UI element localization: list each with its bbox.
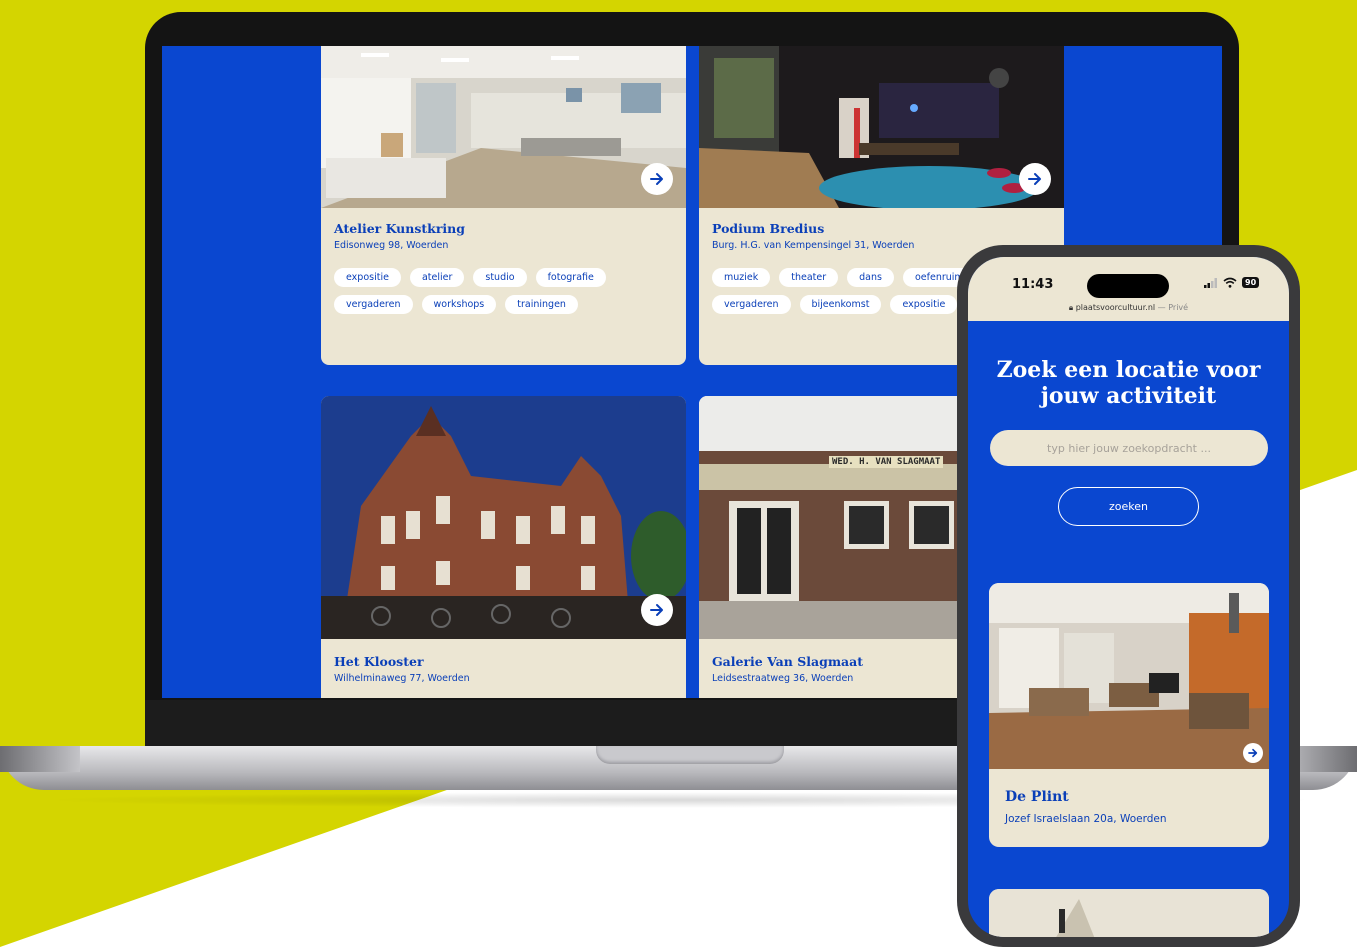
location-address: Edisonweg 98, Woerden — [334, 240, 449, 251]
location-address: Leidsestraatweg 36, Woerden — [712, 673, 854, 684]
location-card-atelier-kunstkring[interactable]: Atelier Kunstkring Edisonweg 98, Woerden… — [321, 46, 686, 365]
location-address: Jozef Israelslaan 20a, Woerden — [1005, 813, 1167, 825]
tag[interactable]: vergaderen — [712, 295, 791, 314]
location-title[interactable]: Het Klooster — [334, 654, 424, 669]
location-photo — [321, 396, 686, 639]
tag[interactable]: vergaderen — [334, 295, 413, 314]
arrow-right-icon[interactable] — [641, 163, 673, 195]
location-card-next[interactable] — [989, 889, 1269, 937]
hero-title: Zoek een locatie voor jouw activiteit — [996, 357, 1261, 409]
search-input[interactable] — [990, 430, 1268, 466]
tag[interactable]: expositie — [334, 268, 401, 287]
tag[interactable]: dans — [847, 268, 894, 287]
location-title[interactable]: De Plint — [1005, 789, 1069, 805]
location-address: Burg. H.G. van Kempensingel 31, Woerden — [712, 240, 915, 251]
status-bar: 11:43 90 🔒︎ plaatsvoorcultuur.nl — Privé — [968, 257, 1289, 321]
private-mode-label: — Privé — [1157, 303, 1189, 312]
location-photo — [989, 889, 1269, 937]
location-photo — [699, 46, 1064, 208]
tag[interactable]: trainingen — [505, 295, 578, 314]
location-photo — [321, 46, 686, 208]
building-sign: WED. H. VAN SLAGMAAT — [829, 456, 944, 468]
tag[interactable]: bijeenkomst — [799, 295, 882, 314]
tag[interactable]: studio — [473, 268, 527, 287]
dynamic-island — [1087, 274, 1169, 298]
signal-icon — [1204, 277, 1217, 288]
lock-icon: 🔒︎ — [1068, 303, 1074, 312]
tag[interactable]: atelier — [409, 268, 465, 287]
laptop-notch — [596, 746, 784, 764]
tag-list: expositie atelier studio fotografie verg… — [334, 268, 679, 314]
phone-screen: 11:43 90 🔒︎ plaatsvoorcultuur.nl — Privé… — [968, 257, 1289, 937]
url-bar[interactable]: 🔒︎ plaatsvoorcultuur.nl — Privé — [968, 303, 1289, 313]
location-title[interactable]: Atelier Kunstkring — [334, 221, 465, 236]
url-domain: plaatsvoorcultuur.nl — [1075, 303, 1156, 312]
arrow-right-icon[interactable] — [1019, 163, 1051, 195]
arrow-right-icon[interactable] — [641, 594, 673, 626]
location-title[interactable]: Galerie Van Slagmaat — [712, 654, 863, 669]
wifi-icon — [1223, 277, 1237, 288]
tag[interactable]: expositie — [890, 295, 958, 314]
location-address: Wilhelminaweg 77, Woerden — [334, 673, 470, 684]
status-time: 11:43 — [1012, 277, 1054, 292]
battery-icon: 90 — [1242, 277, 1260, 288]
location-title[interactable]: Podium Bredius — [712, 221, 824, 236]
status-icons: 90 — [1204, 277, 1260, 288]
tag[interactable]: workshops — [421, 295, 497, 314]
location-card-de-plint[interactable]: De Plint Jozef Israelslaan 20a, Woerden — [989, 583, 1269, 847]
search-button[interactable]: zoeken — [1058, 487, 1199, 526]
location-photo — [989, 583, 1269, 773]
tag[interactable]: fotografie — [535, 268, 606, 287]
tag[interactable]: muziek — [712, 268, 771, 287]
arrow-right-icon[interactable] — [1243, 743, 1263, 763]
location-card-het-klooster[interactable]: Het Klooster Wilhelminaweg 77, Woerden — [321, 396, 686, 698]
laptop-base-edge — [0, 746, 80, 772]
tag[interactable]: theater — [779, 268, 839, 287]
